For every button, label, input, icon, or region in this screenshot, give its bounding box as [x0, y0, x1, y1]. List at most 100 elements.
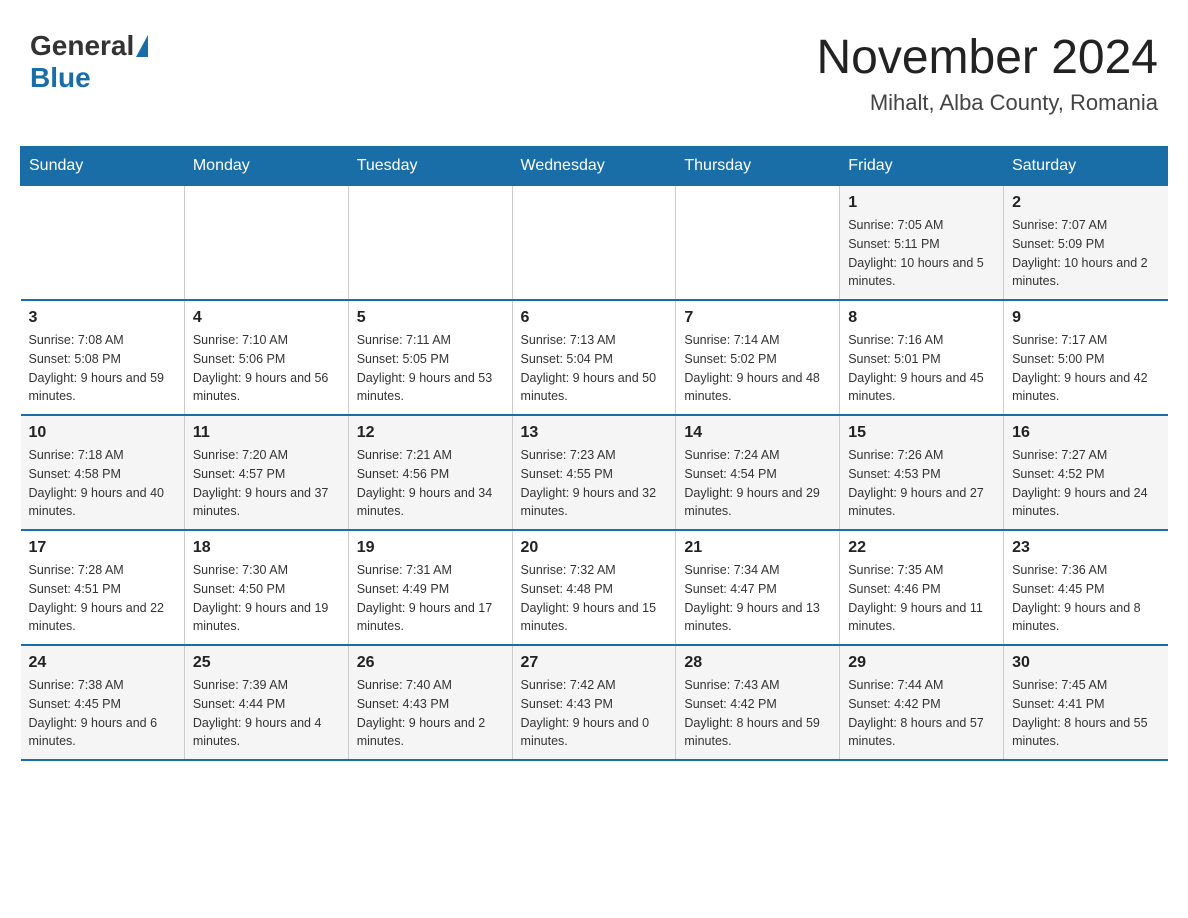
- calendar-cell: 22 Sunrise: 7:35 AMSunset: 4:46 PMDayligh…: [840, 530, 1004, 645]
- calendar-cell: [512, 186, 676, 301]
- day-info: Sunrise: 7:27 AMSunset: 4:52 PMDaylight:…: [1012, 446, 1159, 521]
- day-info: Sunrise: 7:11 AMSunset: 5:05 PMDaylight:…: [357, 331, 504, 406]
- day-number: 23: [1012, 539, 1159, 557]
- day-number: 3: [29, 309, 176, 327]
- calendar-header-row: SundayMondayTuesdayWednesdayThursdayFrid…: [21, 147, 1168, 186]
- calendar-cell: 13 Sunrise: 7:23 AMSunset: 4:55 PMDayligh…: [512, 415, 676, 530]
- location-title: Mihalt, Alba County, Romania: [816, 90, 1158, 116]
- day-info: Sunrise: 7:31 AMSunset: 4:49 PMDaylight:…: [357, 561, 504, 636]
- calendar-cell: 19Sunrise: 7:31 AMSunset: 4:49 PMDayligh…: [348, 530, 512, 645]
- calendar-cell: 24 Sunrise: 7:38 AMSunset: 4:45 PMDayligh…: [21, 645, 185, 760]
- day-info: Sunrise: 7:08 AMSunset: 5:08 PMDaylight:…: [29, 331, 176, 406]
- calendar-cell: 21 Sunrise: 7:34 AMSunset: 4:47 PMDayligh…: [676, 530, 840, 645]
- day-number: 14: [684, 424, 831, 442]
- day-number: 21: [684, 539, 831, 557]
- calendar-cell: [184, 186, 348, 301]
- day-info: Sunrise: 7:26 AMSunset: 4:53 PMDaylight:…: [848, 446, 995, 521]
- calendar-cell: 6 Sunrise: 7:13 AMSunset: 5:04 PMDaylight…: [512, 300, 676, 415]
- calendar-header-saturday: Saturday: [1004, 147, 1168, 186]
- calendar-cell: 4 Sunrise: 7:10 AMSunset: 5:06 PMDaylight…: [184, 300, 348, 415]
- day-info: Sunrise: 7:24 AMSunset: 4:54 PMDaylight:…: [684, 446, 831, 521]
- day-info: Sunrise: 7:07 AMSunset: 5:09 PMDaylight:…: [1012, 216, 1159, 291]
- day-number: 29: [848, 654, 995, 672]
- logo-general-text: General: [30, 30, 148, 62]
- calendar-cell: 18 Sunrise: 7:30 AMSunset: 4:50 PMDayligh…: [184, 530, 348, 645]
- day-info: Sunrise: 7:34 AMSunset: 4:47 PMDaylight:…: [684, 561, 831, 636]
- day-number: 1: [848, 194, 995, 212]
- calendar-cell: [348, 186, 512, 301]
- day-number: 16: [1012, 424, 1159, 442]
- day-info: Sunrise: 7:17 AMSunset: 5:00 PMDaylight:…: [1012, 331, 1159, 406]
- calendar-week-row: 3 Sunrise: 7:08 AMSunset: 5:08 PMDaylight…: [21, 300, 1168, 415]
- day-info: Sunrise: 7:38 AMSunset: 4:45 PMDaylight:…: [29, 676, 176, 751]
- day-number: 8: [848, 309, 995, 327]
- day-info: Sunrise: 7:28 AMSunset: 4:51 PMDaylight:…: [29, 561, 176, 636]
- calendar-cell: 10 Sunrise: 7:18 AMSunset: 4:58 PMDayligh…: [21, 415, 185, 530]
- day-info: Sunrise: 7:10 AMSunset: 5:06 PMDaylight:…: [193, 331, 340, 406]
- day-info: Sunrise: 7:35 AMSunset: 4:46 PMDaylight:…: [848, 561, 995, 636]
- day-number: 27: [521, 654, 668, 672]
- day-number: 6: [521, 309, 668, 327]
- day-number: 26: [357, 654, 504, 672]
- calendar-cell: 29Sunrise: 7:44 AMSunset: 4:42 PMDayligh…: [840, 645, 1004, 760]
- day-number: 24: [29, 654, 176, 672]
- day-number: 30: [1012, 654, 1159, 672]
- day-info: Sunrise: 7:36 AMSunset: 4:45 PMDaylight:…: [1012, 561, 1159, 636]
- day-number: 15: [848, 424, 995, 442]
- logo-triangle-icon: [136, 35, 148, 57]
- day-info: Sunrise: 7:23 AMSunset: 4:55 PMDaylight:…: [521, 446, 668, 521]
- day-number: 28: [684, 654, 831, 672]
- calendar-cell: 23 Sunrise: 7:36 AMSunset: 4:45 PMDayligh…: [1004, 530, 1168, 645]
- calendar-cell: 28Sunrise: 7:43 AMSunset: 4:42 PMDayligh…: [676, 645, 840, 760]
- day-number: 25: [193, 654, 340, 672]
- calendar-table: SundayMondayTuesdayWednesdayThursdayFrid…: [20, 146, 1168, 761]
- day-info: Sunrise: 7:30 AMSunset: 4:50 PMDaylight:…: [193, 561, 340, 636]
- calendar-cell: 3 Sunrise: 7:08 AMSunset: 5:08 PMDaylight…: [21, 300, 185, 415]
- calendar-cell: 27 Sunrise: 7:42 AMSunset: 4:43 PMDayligh…: [512, 645, 676, 760]
- calendar-cell: 1Sunrise: 7:05 AMSunset: 5:11 PMDaylight…: [840, 186, 1004, 301]
- calendar-cell: [676, 186, 840, 301]
- day-number: 7: [684, 309, 831, 327]
- calendar-cell: 15 Sunrise: 7:26 AMSunset: 4:53 PMDayligh…: [840, 415, 1004, 530]
- logo: General Blue: [30, 30, 148, 94]
- calendar-cell: 7 Sunrise: 7:14 AMSunset: 5:02 PMDaylight…: [676, 300, 840, 415]
- calendar-week-row: 24 Sunrise: 7:38 AMSunset: 4:45 PMDayligh…: [21, 645, 1168, 760]
- calendar-cell: [21, 186, 185, 301]
- calendar-week-row: 1Sunrise: 7:05 AMSunset: 5:11 PMDaylight…: [21, 186, 1168, 301]
- day-info: Sunrise: 7:18 AMSunset: 4:58 PMDaylight:…: [29, 446, 176, 521]
- calendar-cell: 5 Sunrise: 7:11 AMSunset: 5:05 PMDaylight…: [348, 300, 512, 415]
- title-section: November 2024 Mihalt, Alba County, Roman…: [816, 30, 1158, 116]
- calendar-header-thursday: Thursday: [676, 147, 840, 186]
- day-number: 13: [521, 424, 668, 442]
- day-info: Sunrise: 7:14 AMSunset: 5:02 PMDaylight:…: [684, 331, 831, 406]
- calendar-cell: 14 Sunrise: 7:24 AMSunset: 4:54 PMDayligh…: [676, 415, 840, 530]
- calendar-week-row: 17Sunrise: 7:28 AMSunset: 4:51 PMDayligh…: [21, 530, 1168, 645]
- calendar-week-row: 10 Sunrise: 7:18 AMSunset: 4:58 PMDayligh…: [21, 415, 1168, 530]
- day-number: 10: [29, 424, 176, 442]
- day-info: Sunrise: 7:21 AMSunset: 4:56 PMDaylight:…: [357, 446, 504, 521]
- day-info: Sunrise: 7:20 AMSunset: 4:57 PMDaylight:…: [193, 446, 340, 521]
- month-title: November 2024: [816, 30, 1158, 85]
- day-number: 20: [521, 539, 668, 557]
- day-info: Sunrise: 7:13 AMSunset: 5:04 PMDaylight:…: [521, 331, 668, 406]
- day-info: Sunrise: 7:32 AMSunset: 4:48 PMDaylight:…: [521, 561, 668, 636]
- day-number: 2: [1012, 194, 1159, 212]
- day-number: 11: [193, 424, 340, 442]
- calendar-cell: 8 Sunrise: 7:16 AMSunset: 5:01 PMDaylight…: [840, 300, 1004, 415]
- day-number: 22: [848, 539, 995, 557]
- day-info: Sunrise: 7:45 AMSunset: 4:41 PMDaylight:…: [1012, 676, 1159, 751]
- day-info: Sunrise: 7:42 AMSunset: 4:43 PMDaylight:…: [521, 676, 668, 751]
- logo-blue-text: Blue: [30, 62, 91, 94]
- logo-general-label: General: [30, 30, 134, 62]
- calendar-cell: 30 Sunrise: 7:45 AMSunset: 4:41 PMDayligh…: [1004, 645, 1168, 760]
- day-number: 18: [193, 539, 340, 557]
- calendar-cell: 25Sunrise: 7:39 AMSunset: 4:44 PMDayligh…: [184, 645, 348, 760]
- day-number: 9: [1012, 309, 1159, 327]
- day-number: 5: [357, 309, 504, 327]
- page-header: General Blue November 2024 Mihalt, Alba …: [20, 20, 1168, 126]
- calendar-cell: 26Sunrise: 7:40 AMSunset: 4:43 PMDayligh…: [348, 645, 512, 760]
- calendar-cell: 20 Sunrise: 7:32 AMSunset: 4:48 PMDayligh…: [512, 530, 676, 645]
- day-info: Sunrise: 7:16 AMSunset: 5:01 PMDaylight:…: [848, 331, 995, 406]
- day-number: 4: [193, 309, 340, 327]
- calendar-cell: 16 Sunrise: 7:27 AMSunset: 4:52 PMDayligh…: [1004, 415, 1168, 530]
